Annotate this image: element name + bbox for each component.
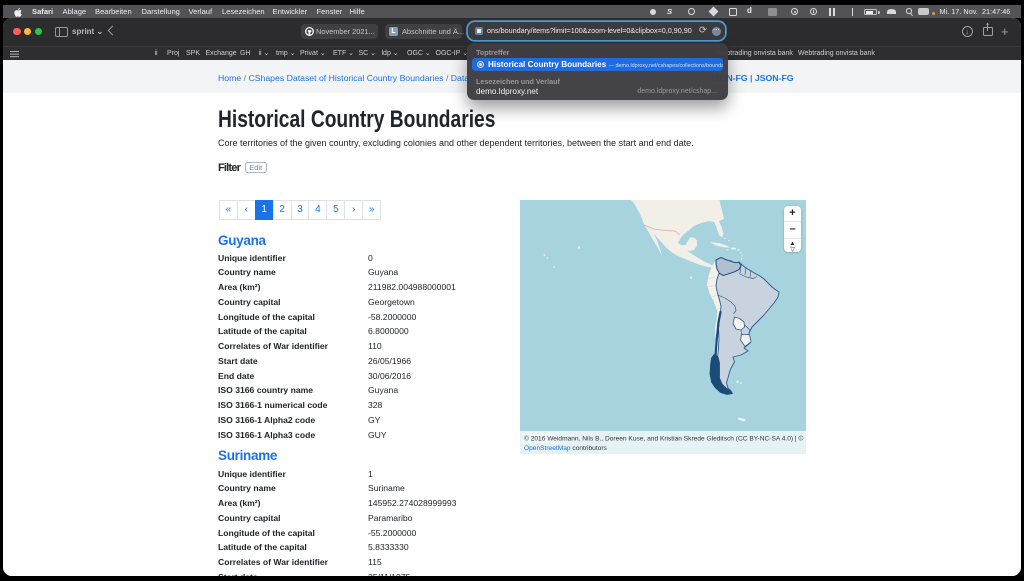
svg-text:OpenStreetMap contributors: OpenStreetMap contributors	[524, 445, 608, 452]
svg-text:© 2016 Weidmann, Nils B., Dore: © 2016 Weidmann, Nils B., Doreen Kuse, a…	[524, 435, 803, 443]
